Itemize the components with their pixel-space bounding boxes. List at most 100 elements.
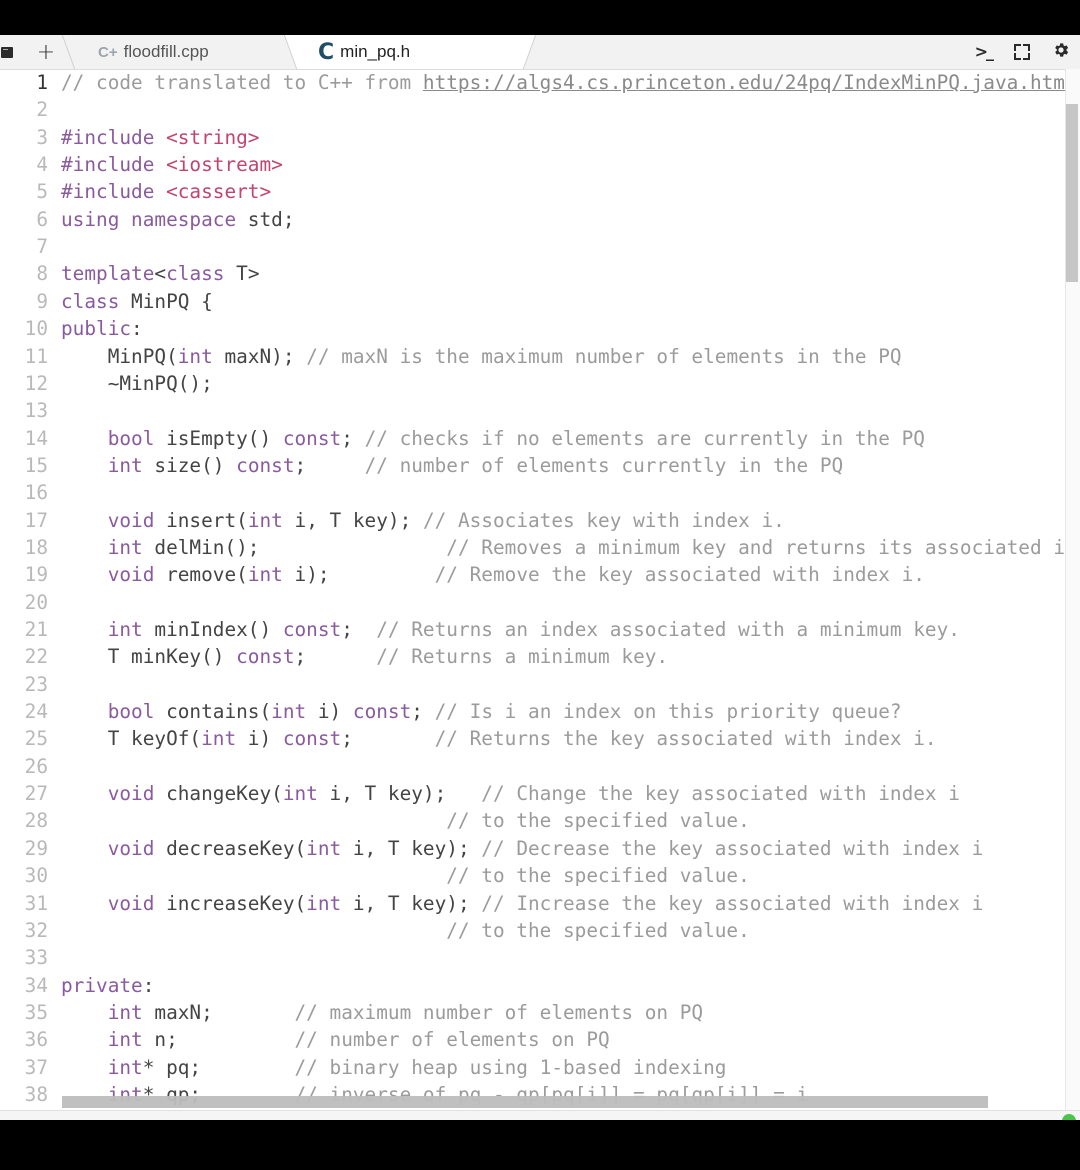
- keyword-token: int: [247, 508, 295, 532]
- keyword-token: void: [61, 782, 167, 806]
- code-line[interactable]: 31 void increaseKey(int i, T key); // In…: [0, 890, 1080, 917]
- comment-token: // Increase the key associated with inde…: [481, 891, 984, 915]
- code-line[interactable]: 23: [0, 671, 1080, 698]
- comment-token: // Remove the key associated with index …: [434, 563, 925, 587]
- line-number: 11: [24, 344, 48, 368]
- identifier-token: MinPQ(: [61, 344, 178, 368]
- keyword-token: const: [236, 453, 295, 477]
- identifier-token: T keyOf(: [61, 727, 202, 751]
- keyword-token: int: [61, 618, 155, 641]
- identifier-token: ;: [294, 645, 377, 669]
- identifier-token: ~MinPQ();: [61, 371, 213, 395]
- code-line[interactable]: 14 bool isEmpty() const; // checks if no…: [0, 425, 1080, 452]
- code-text: void increaseKey(int i, T key); // Incre…: [61, 890, 984, 917]
- code-line[interactable]: 30 // to the specified value.: [0, 862, 1080, 889]
- code-line[interactable]: 5 #include <cassert>: [0, 178, 1080, 205]
- code-line[interactable]: 13: [0, 397, 1080, 424]
- fullscreen-icon[interactable]: [1014, 44, 1030, 60]
- line-number: 5: [36, 180, 48, 204]
- keyword-token: const: [282, 618, 342, 641]
- identifier-token: i, T key);: [352, 891, 482, 915]
- identifier-token: T minKey(): [61, 645, 237, 669]
- code-line[interactable]: 9 class MinPQ {: [0, 288, 1080, 315]
- keyword-token: int: [282, 782, 330, 806]
- keyword-token: int: [61, 1055, 143, 1079]
- code-line[interactable]: 22 T minKey() const; // Returns a minimu…: [0, 643, 1080, 670]
- code-text: T minKey() const; // Returns a minimum k…: [61, 643, 668, 670]
- keyword-token: int: [61, 535, 155, 559]
- vertical-scrollbar-thumb[interactable]: [1066, 104, 1078, 282]
- code-line[interactable]: 35 int maxN; // maximum number of elemen…: [0, 999, 1080, 1026]
- code-line[interactable]: 10 public:: [0, 315, 1080, 342]
- code-line[interactable]: 2: [0, 96, 1080, 123]
- code-line[interactable]: 26: [0, 753, 1080, 780]
- comment-token: // maximum number of elements on PQ: [294, 1000, 704, 1024]
- code-line[interactable]: 24 bool contains(int i) const; // Is i a…: [0, 698, 1080, 725]
- new-tab-button[interactable]: +: [34, 35, 58, 69]
- tab-floodfill-cpp[interactable]: C+ floodfill.cpp: [78, 35, 308, 69]
- keyword-token: #include: [61, 125, 167, 149]
- line-number: 31: [24, 891, 48, 915]
- code-line[interactable]: 25 T keyOf(int i) const; // Returns the …: [0, 725, 1080, 752]
- keyword-token: public: [61, 317, 132, 341]
- code-line[interactable]: 34 private:: [0, 972, 1080, 999]
- identifier-token: i, T key);: [329, 782, 482, 806]
- code-line[interactable]: 7: [0, 233, 1080, 260]
- code-line[interactable]: 8 template<class T>: [0, 260, 1080, 287]
- code-line[interactable]: 27 void changeKey(int i, T key); // Chan…: [0, 780, 1080, 807]
- code-line[interactable]: 12 ~MinPQ();: [0, 370, 1080, 397]
- line-number: 21: [24, 618, 48, 641]
- line-number: 26: [24, 754, 48, 778]
- line-number: 15: [24, 453, 48, 477]
- code-editor[interactable]: 1 // code translated to C++ from https://…: [0, 69, 1080, 1109]
- code-line[interactable]: 20: [0, 589, 1080, 616]
- line-number: 25: [24, 727, 48, 751]
- horizontal-scrollbar-thumb[interactable]: [62, 1096, 988, 1108]
- code-text: // to the specified value.: [61, 807, 750, 834]
- code-line[interactable]: 4 #include <iostream>: [0, 151, 1080, 178]
- code-text: template<class T>: [61, 260, 260, 287]
- code-line[interactable]: 29 void decreaseKey(int i, T key); // De…: [0, 835, 1080, 862]
- code-line[interactable]: 6 using namespace std;: [0, 206, 1080, 233]
- code-text: void decreaseKey(int i, T key); // Decre…: [61, 835, 984, 862]
- identifier-token: maxN;: [154, 1000, 295, 1024]
- line-number: 1: [36, 71, 48, 94]
- code-line[interactable]: 21 int minIndex() const; // Returns an i…: [0, 616, 1080, 643]
- keyword-token: const: [282, 426, 342, 450]
- code-line[interactable]: 18 int delMin(); // Removes a minimum ke…: [0, 534, 1080, 561]
- code-text: #include <iostream>: [61, 151, 283, 178]
- comment-token: // code translated to C++ from: [61, 71, 423, 94]
- code-line[interactable]: 11 MinPQ(int maxN); // maxN is the maxim…: [0, 343, 1080, 370]
- keyword-token: #include: [61, 180, 167, 204]
- comment-token: // Returns the key associated with index…: [434, 727, 937, 751]
- code-line[interactable]: 1 // code translated to C++ from https://…: [0, 69, 1080, 96]
- identifier-token: <: [154, 262, 167, 286]
- code-line[interactable]: 19 void remove(int i); // Remove the key…: [0, 561, 1080, 588]
- comment-token: // binary heap using 1-based indexing: [294, 1055, 727, 1079]
- keyword-token: int: [247, 563, 295, 587]
- gear-icon[interactable]: [1052, 41, 1070, 63]
- line-number: 16: [24, 481, 48, 505]
- code-line[interactable]: 15 int size() const; // number of elemen…: [0, 452, 1080, 479]
- vertical-scrollbar[interactable]: [1065, 69, 1080, 1114]
- identifier-token: remove(: [166, 563, 248, 587]
- line-number: 10: [24, 317, 48, 341]
- code-text: int minIndex() const; // Returns an inde…: [61, 616, 960, 643]
- menu-icon[interactable]: [0, 35, 14, 69]
- code-line[interactable]: 16: [0, 479, 1080, 506]
- terminal-icon[interactable]: >_: [975, 44, 994, 60]
- keyword-token: template: [61, 262, 155, 286]
- comment-token: // number of elements on PQ: [294, 1028, 610, 1052]
- code-line[interactable]: 32 // to the specified value.: [0, 917, 1080, 944]
- code-line[interactable]: 37 int* pq; // binary heap using 1-based…: [0, 1054, 1080, 1081]
- comment-token: // checks if no elements are currently i…: [364, 426, 925, 450]
- code-line[interactable]: 3 #include <string>: [0, 124, 1080, 151]
- code-line[interactable]: 36 int n; // number of elements on PQ: [0, 1026, 1080, 1053]
- keyword-token: class: [166, 262, 237, 286]
- link-token[interactable]: https://algs4.cs.princeton.edu/24pq/Inde…: [423, 71, 1077, 94]
- tab-min-pq-h[interactable]: C min_pq.h: [300, 35, 520, 69]
- code-line[interactable]: 28 // to the specified value.: [0, 807, 1080, 834]
- keyword-token: int: [271, 700, 318, 724]
- code-line[interactable]: 33: [0, 944, 1080, 971]
- code-line[interactable]: 17 void insert(int i, T key); // Associa…: [0, 507, 1080, 534]
